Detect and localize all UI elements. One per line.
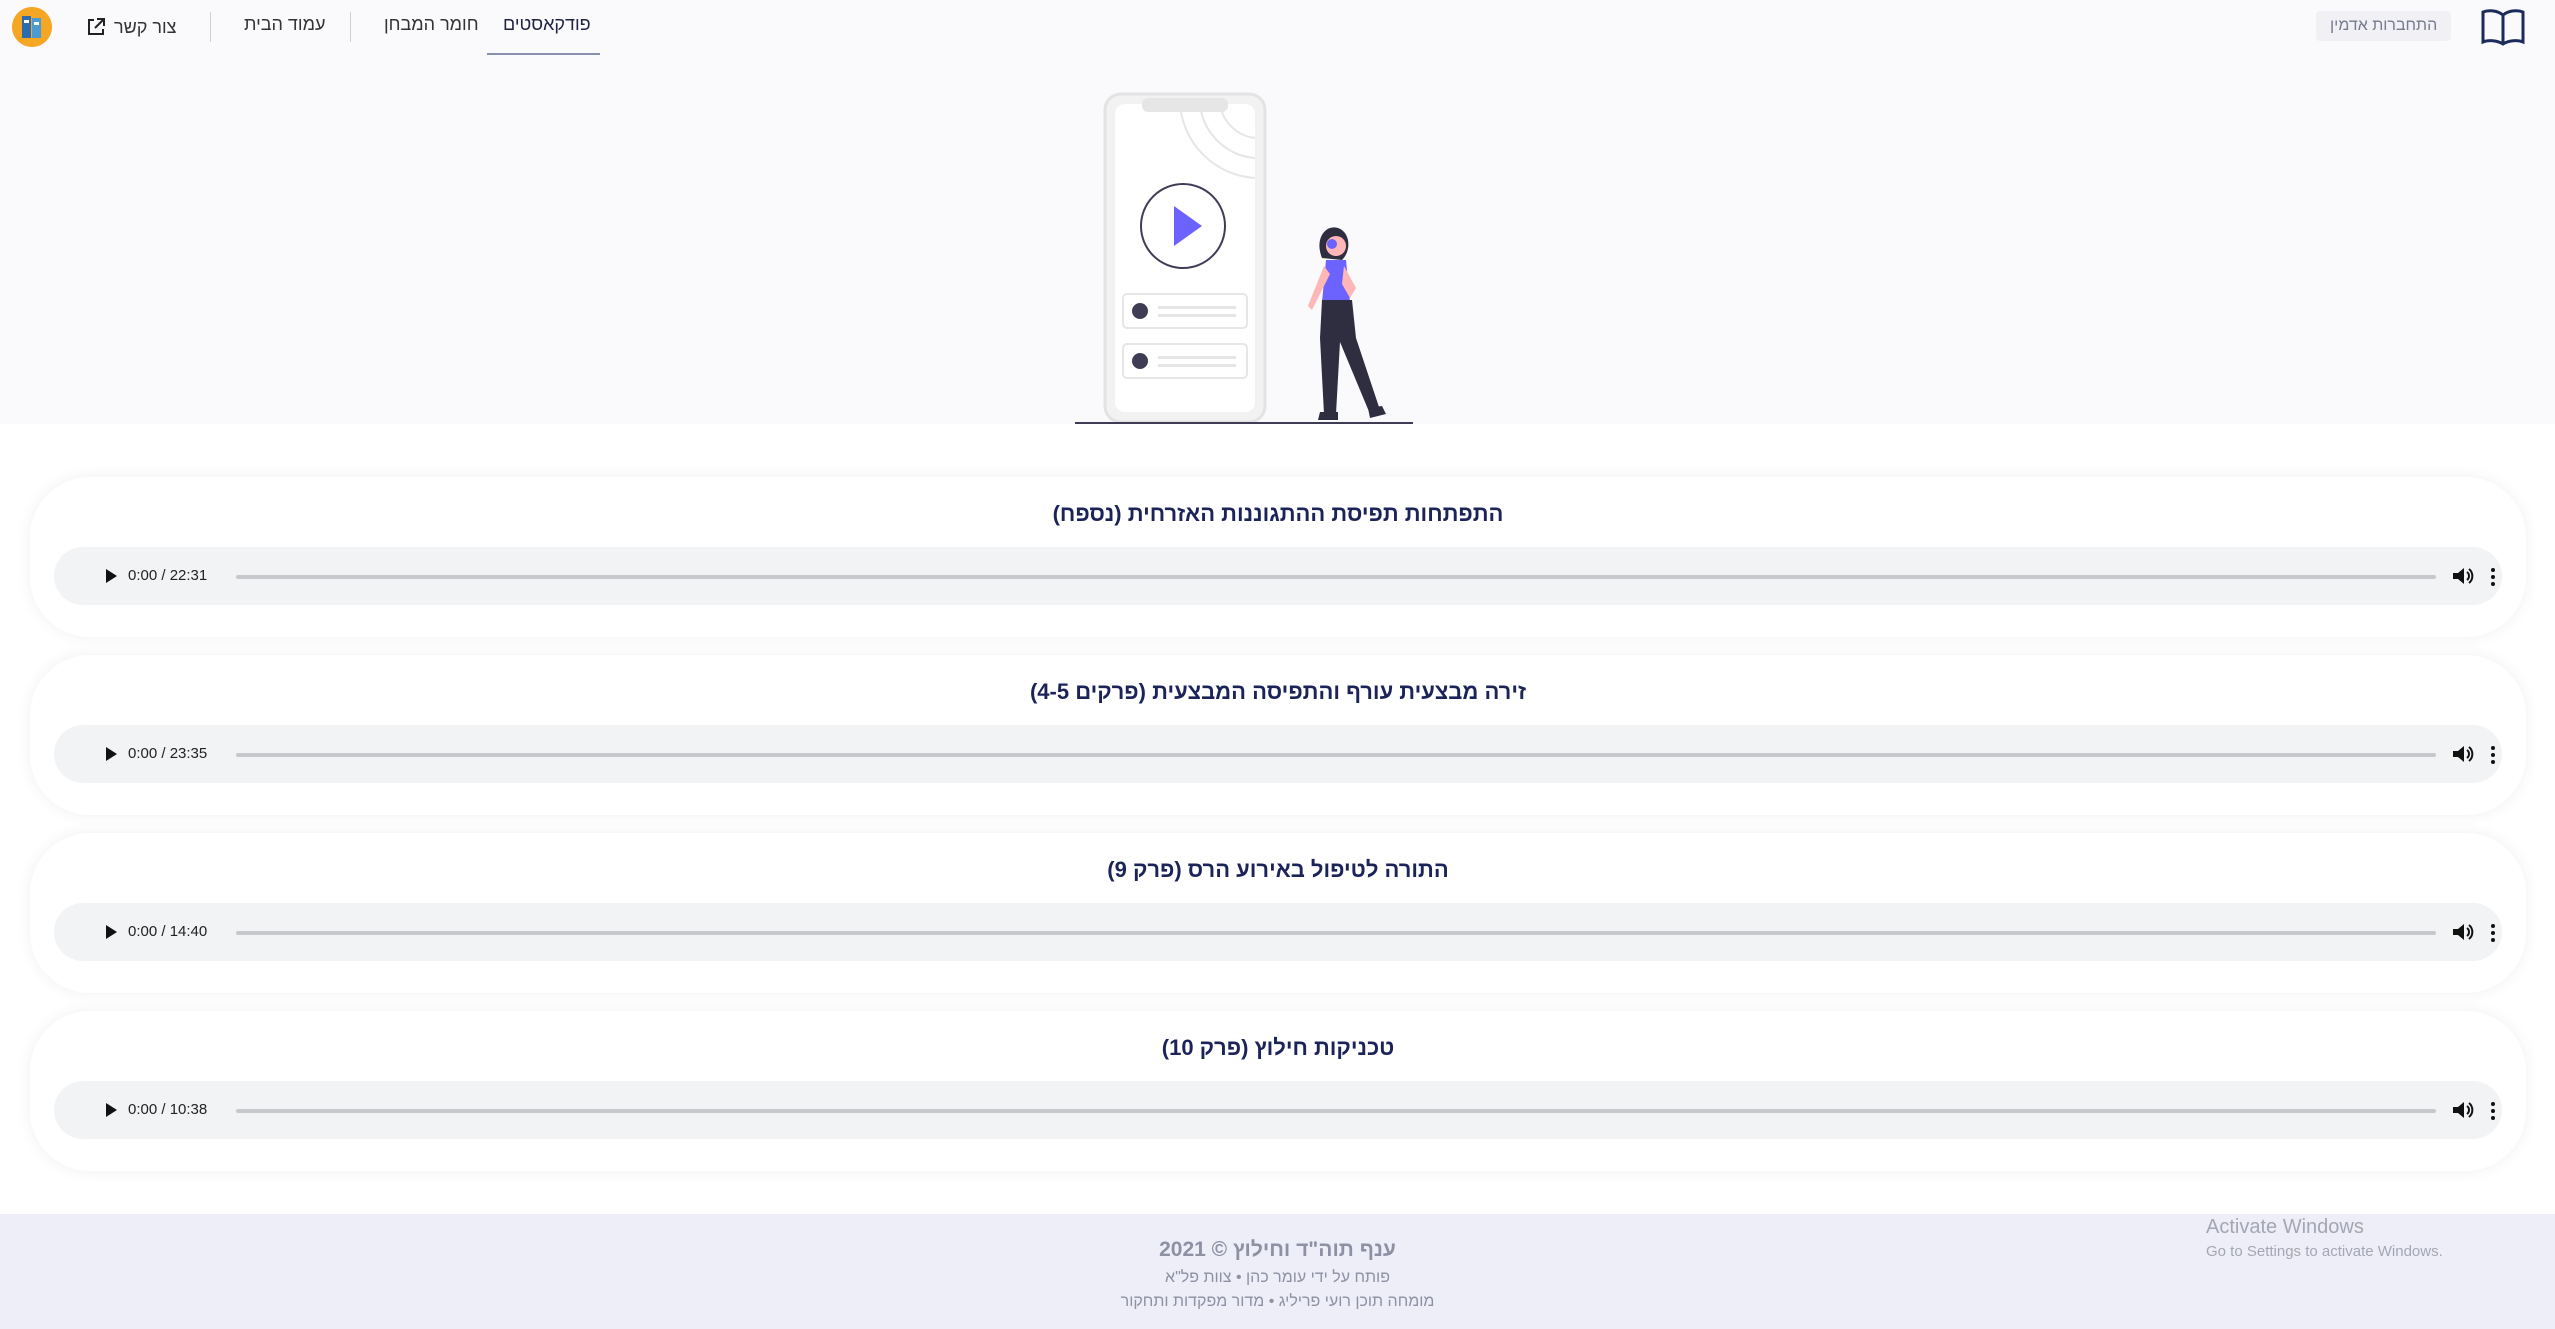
episode-title: התורה לטיפול באירוע הרס (פרק 9) [1107,857,1449,882]
admin-login-button[interactable]: התחברות אדמין [2316,11,2452,41]
play-icon[interactable] [106,569,117,583]
footer: ענף תוה"ד וחילוץ © 2021 פותח על ידי עומר… [0,1214,2555,1329]
nav-contact-label: צור קשר [114,16,177,37]
more-options-icon[interactable] [2490,566,2496,586]
seek-bar[interactable] [236,1109,2436,1113]
footer-content-expert: מומחה תוכן רועי פריליג • מדור מפקדות ותח… [1120,1293,1435,1310]
nav-exam-material[interactable]: חומר המבחן [384,14,479,35]
watermark-title: Activate Windows [2206,1216,2364,1238]
app-logo-avatar[interactable] [12,7,52,47]
nav-divider [210,12,211,42]
seek-bar[interactable] [236,931,2436,935]
episode-title: התפתחות תפיסת ההתגוננות האזרחית (נספח) [1052,501,1504,526]
nav-podcasts[interactable]: פודקאסטים [503,14,591,35]
audio-player[interactable]: 0:00 / 14:40 [54,903,2502,961]
volume-icon[interactable] [2452,1100,2474,1120]
podcast-card: זירה מבצעית עורף והתפיסה המבצעית (פרקים … [30,655,2526,815]
more-options-icon[interactable] [2490,922,2496,942]
volume-icon[interactable] [2452,922,2474,942]
footer-copyright: ענף תוה"ד וחילוץ © 2021 [1159,1238,1396,1261]
podcast-card: טכניקות חילוץ (פרק 10) 0:00 / 10:38 [30,1011,2526,1171]
more-options-icon[interactable] [2490,744,2496,764]
more-options-icon[interactable] [2490,1100,2496,1120]
podcast-hero-illustration [1075,92,1413,424]
open-book-icon[interactable] [2480,7,2526,47]
time-display: 0:00 / 22:31 [128,567,208,584]
play-icon[interactable] [106,1103,117,1117]
volume-icon[interactable] [2452,566,2474,586]
time-display: 0:00 / 14:40 [128,923,208,940]
nav-divider [350,12,351,42]
audio-player[interactable]: 0:00 / 10:38 [54,1081,2502,1139]
nav-active-indicator [487,53,600,55]
top-navbar: צור קשר עמוד הבית חומר המבחן פודקאסטים ה… [0,0,2555,56]
seek-bar[interactable] [236,575,2436,579]
external-link-icon [88,18,105,35]
podcast-card: התורה לטיפול באירוע הרס (פרק 9) 0:00 / 1… [30,833,2526,993]
episode-title: טכניקות חילוץ (פרק 10) [1161,1035,1395,1060]
watermark-subtitle: Go to Settings to activate Windows. [2206,1243,2443,1260]
windows-activation-watermark: Activate Windows Go to Settings to activ… [2206,1216,2443,1260]
nav-contact[interactable]: צור קשר [86,14,176,40]
audio-player[interactable]: 0:00 / 23:35 [54,725,2502,783]
footer-credits: פותח על ידי עומר כהן • צוות פל"א [1165,1269,1390,1286]
seek-bar[interactable] [236,753,2436,757]
volume-icon[interactable] [2452,744,2474,764]
nav-home[interactable]: עמוד הבית [244,14,325,35]
play-icon[interactable] [106,747,117,761]
episode-title: זירה מבצעית עורף והתפיסה המבצעית (פרקים … [1029,679,1527,704]
play-icon[interactable] [106,925,117,939]
audio-player[interactable]: 0:00 / 22:31 [54,547,2502,605]
time-display: 0:00 / 10:38 [128,1101,208,1118]
time-display: 0:00 / 23:35 [128,745,208,762]
podcast-card: התפתחות תפיסת ההתגוננות האזרחית (נספח) 0… [30,477,2526,637]
